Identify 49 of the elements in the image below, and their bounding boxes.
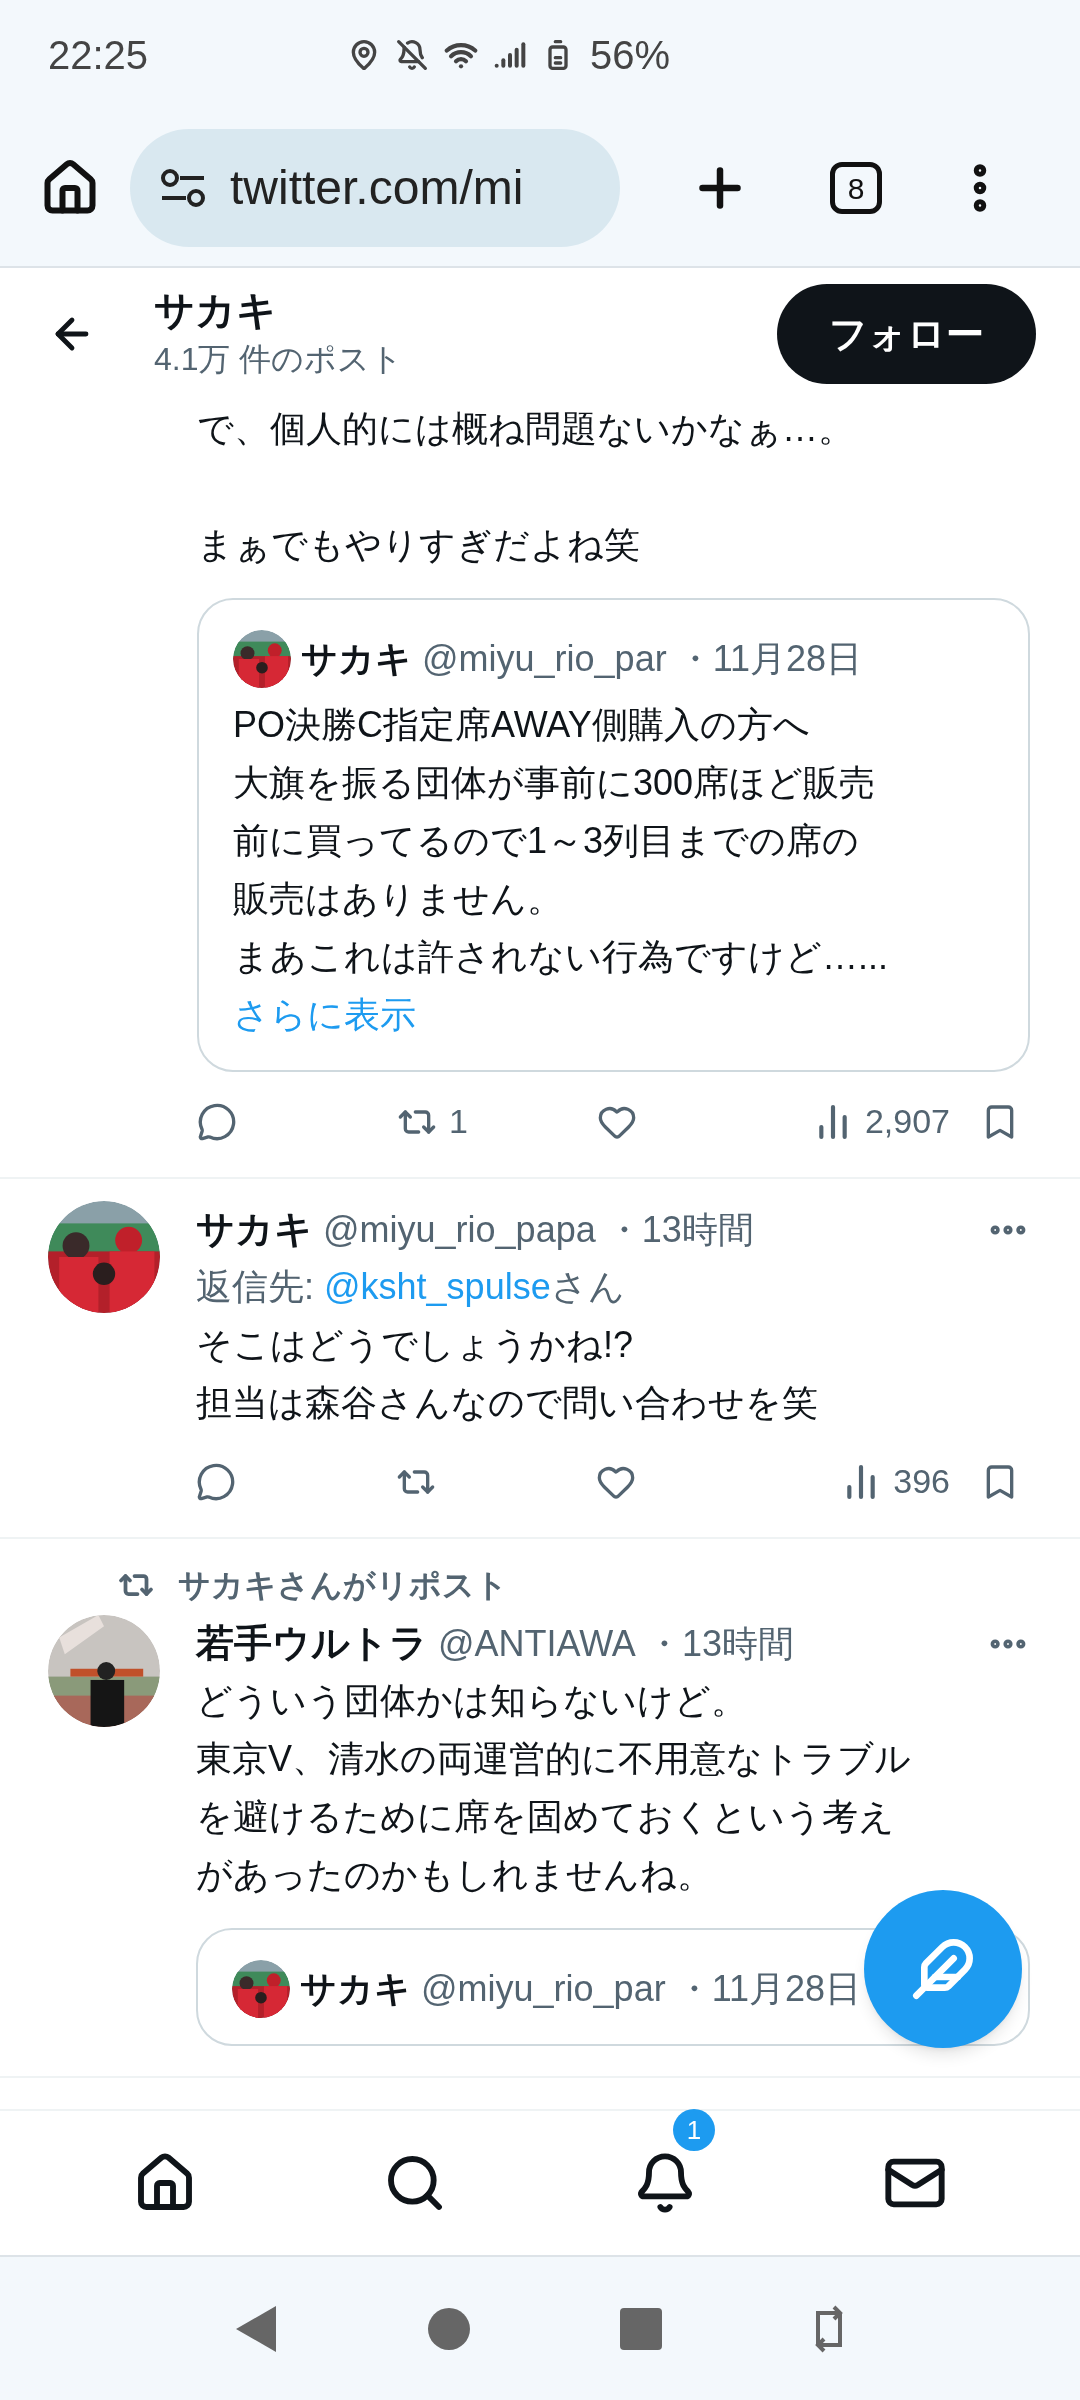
compose-icon [911, 1937, 975, 2001]
author-handle: @miyu_rio_par [422, 637, 667, 681]
reply-to-suffix: さん [550, 1265, 625, 1309]
url-text: twitter.com/mi [230, 160, 524, 216]
quoted-text-line: まあこれは許されない行為ですけど…... [233, 935, 889, 979]
post-count: 4.1万 件のポスト [154, 340, 404, 379]
post-text-line: そこはどうでしょうかね!? [196, 1323, 635, 1367]
site-settings-icon[interactable] [160, 168, 206, 208]
signal-icon [494, 39, 527, 71]
author-handle: @miyu_rio_papa [323, 1207, 596, 1252]
post-time: ・13時間 [605, 1207, 754, 1252]
post-text-line: で、個人的には概ね問題ないかなぁ…。 [197, 407, 855, 451]
action-count: 2,907 [864, 1101, 950, 1142]
author-handle: @miyu_rio_par [421, 1967, 666, 2011]
quoted-text-line: 前に買ってるので1～3列目までの席の [233, 819, 861, 863]
battery-level: 56% [590, 32, 671, 79]
clock: 22:25 [48, 32, 149, 79]
reply-icon[interactable] [196, 1461, 236, 1502]
post-time: ・11月28日 [676, 637, 863, 681]
quoted-text-line: 大旗を振る団体が事前に300席ほど販売 [233, 761, 877, 805]
notification-badge: 1 [673, 2109, 715, 2151]
quoted-post-card[interactable]: サカキ @miyu_rio_par ・11月28日 PO決勝C指定席AWAY側購入の方へ 大旗を振る団体が事前に300席ほど販売 前に買ってるので1～3列目までの席の 販売はありません。 まあこれは許されない行為ですけど…... さらに表示 [197, 598, 1030, 1072]
post-text-line: があったのかもしれませんね。 [196, 1853, 714, 1897]
post-time: ・13時間 [645, 1621, 794, 1666]
quoted-text-line: 販売はありません。 [233, 877, 564, 921]
bell-off-icon [396, 39, 429, 71]
profile-name: サカキ [154, 287, 278, 334]
repost-label: サカキさんがリポスト [178, 1566, 508, 1605]
author-name: 若手ウルトラ [196, 1621, 428, 1666]
home-button-icon[interactable] [426, 2306, 471, 2351]
action-count: 396 [893, 1461, 950, 1502]
reply-to-label: 返信先: [196, 1265, 315, 1309]
author-name: サカキ [301, 637, 412, 681]
address-bar[interactable]: twitter.com/mi [130, 129, 620, 247]
action-count: 1 [449, 1101, 468, 1142]
post-time: ・11月28日 [675, 1967, 862, 2011]
post-text-line: 担当は森谷さんなので問い合わせを笑 [196, 1381, 819, 1425]
quoted-text-line: PO決勝C指定席AWAY側購入の方へ [233, 703, 811, 747]
follow-button[interactable]: フォロー [777, 284, 1036, 384]
tab-count[interactable]: 8 [830, 162, 882, 214]
post-text-line: 東京V、清水の両運営的に不用意なトラブル [196, 1737, 912, 1781]
author-name: サカキ [300, 1967, 411, 2011]
reply-icon[interactable] [197, 1101, 237, 1142]
post-text-line: まぁでもやりすぎだよね笑 [197, 523, 641, 567]
author-name: サカキ [196, 1207, 313, 1252]
author-handle: @ANTIAWA [438, 1621, 636, 1666]
recents-icon[interactable] [619, 2306, 664, 2351]
post-text-line: を避けるために席を固めておくという考え [196, 1795, 896, 1839]
post-text-line: どういう団体かは知らないけど。 [196, 1679, 748, 1723]
